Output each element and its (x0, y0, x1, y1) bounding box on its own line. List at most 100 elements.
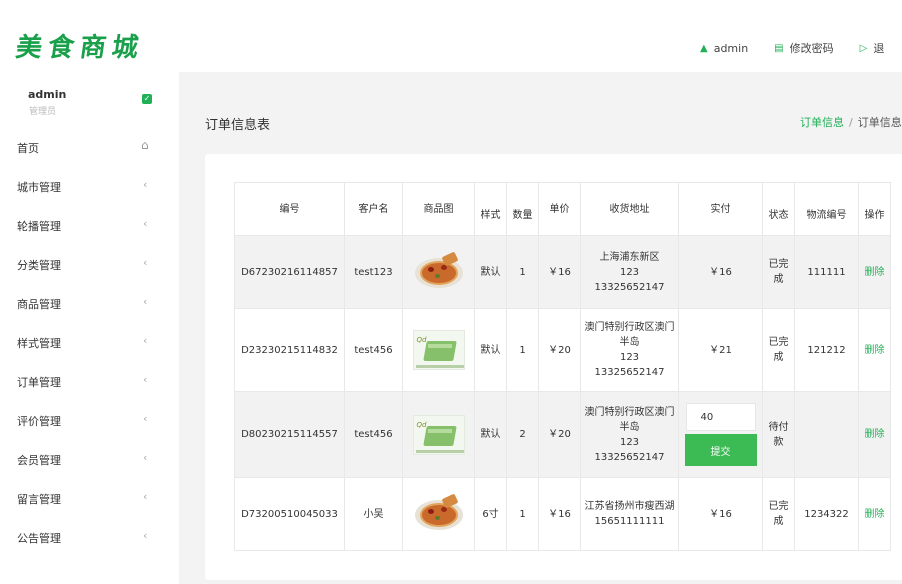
chevron-left-icon: ‹ (143, 334, 148, 347)
logistics-cell: 121212 (794, 308, 859, 392)
logistics-cell: 111111 (794, 235, 859, 309)
sidebar-item-label: 公告管理 (17, 532, 61, 545)
column-header: 商品图 (402, 182, 475, 236)
logistics-cell (794, 391, 859, 478)
customer-name: test456 (344, 308, 403, 392)
quantity-cell: 1 (506, 308, 539, 392)
customer-name: test456 (344, 391, 403, 478)
top-bar: 美食商城 ▲ admin ▤ 修改密码 ▷ 退 (0, 0, 902, 72)
sidebar-item-products[interactable]: 商品管理 ‹ (0, 284, 179, 323)
sidebar-item-orders[interactable]: 订单管理 ‹ (0, 362, 179, 401)
logout-icon: ▷ (859, 42, 868, 54)
sidebar-item-city[interactable]: 城市管理 ‹ (0, 167, 179, 206)
chevron-left-icon: ‹ (143, 295, 148, 308)
logistics-cell: 1234322 (794, 477, 859, 551)
column-header: 物流编号 (794, 182, 859, 236)
breadcrumb-link[interactable]: 订单信息 (800, 116, 844, 129)
column-header: 收货地址 (580, 182, 679, 236)
breadcrumb: 订单信息 / 订单信息表 (800, 114, 902, 130)
sidebar: admin 管理员 ✓ 首页 ⌂ 城市管理 ‹ 轮播管理 ‹ 分类管理 ‹ 商品… (0, 72, 179, 584)
action-cell: 删除 (858, 391, 891, 478)
user-menu[interactable]: ▲ admin (700, 42, 748, 55)
style-cell: 6寸 (474, 477, 507, 551)
action-cell: 删除 (858, 235, 891, 309)
product-image-cell (402, 235, 475, 309)
column-header: 客户名 (344, 182, 403, 236)
page-header: 订单信息表 订单信息 / 订单信息表 (179, 72, 902, 154)
paid-cell: ￥16 (678, 477, 763, 551)
sidebar-item-label: 订单管理 (17, 376, 61, 389)
chevron-left-icon: ‹ (143, 412, 148, 425)
unit-price-cell: ￥16 (538, 477, 581, 551)
table-header-row: 编号 客户名 商品图 样式 数量 单价 收货地址 实付 状态 物流编号 操作 (234, 182, 891, 236)
delete-button[interactable]: 删除 (865, 345, 885, 356)
table-row: D73200510045033 小吴 6寸 1 ￥16 江苏省扬州市瘦西湖 15… (234, 477, 891, 551)
logout-link[interactable]: ▷ 退 (860, 40, 885, 56)
order-id: D73200510045033 (234, 477, 345, 551)
style-cell: 默认 (474, 308, 507, 392)
customer-name: 小吴 (344, 477, 403, 551)
address-cell: 澳门特别行政区澳门半岛 123 13325652147 (580, 391, 679, 478)
sidebar-item-label: 评价管理 (17, 415, 61, 428)
site-logo[interactable]: 美食商城 (13, 28, 147, 68)
column-header: 操作 (858, 182, 891, 236)
chevron-left-icon: ‹ (143, 217, 148, 230)
sidebar-item-styles[interactable]: 样式管理 ‹ (0, 323, 179, 362)
check-icon[interactable]: ✓ (142, 94, 152, 104)
paid-cell: ￥21 (678, 308, 763, 392)
product-image (413, 493, 465, 534)
sidebar-item-label: 轮播管理 (17, 220, 61, 233)
logout-label: 退 (873, 42, 885, 55)
unit-price-cell: ￥20 (538, 308, 581, 392)
table-row: D80230215114557 test456 Qd 默认 2 ￥20 澳门特别… (234, 391, 891, 478)
sidebar-item-label: 分类管理 (17, 259, 61, 272)
product-image-cell (402, 477, 475, 551)
table-row: D67230216114857 test123 默认 1 ￥16 上海浦东新区 … (234, 235, 891, 309)
sidebar-item-home[interactable]: 首页 ⌂ (0, 128, 179, 167)
status-cell: 已完成 (762, 235, 795, 309)
column-header: 样式 (474, 182, 507, 236)
order-id: D67230216114857 (234, 235, 345, 309)
sidebar-item-members[interactable]: 会员管理 ‹ (0, 440, 179, 479)
quantity-cell: 1 (506, 477, 539, 551)
sidebar-item-carousel[interactable]: 轮播管理 ‹ (0, 206, 179, 245)
top-links: ▲ admin ▤ 修改密码 ▷ 退 (700, 40, 902, 56)
product-image: Qd (412, 330, 465, 370)
sidebar-item-notices[interactable]: 公告管理 ‹ (0, 518, 179, 557)
home-icon: ⌂ (141, 138, 149, 152)
product-image-cell: Qd (402, 308, 475, 392)
quantity-cell: 1 (506, 235, 539, 309)
status-cell: 已完成 (762, 477, 795, 551)
paid-amount-input[interactable] (685, 403, 756, 431)
action-cell: 删除 (858, 308, 891, 392)
submit-button[interactable]: 提交 (684, 434, 757, 466)
sidebar-item-reviews[interactable]: 评价管理 ‹ (0, 401, 179, 440)
status-cell: 待付款 (762, 391, 795, 478)
status-cell: 已完成 (762, 308, 795, 392)
unit-price-cell: ￥16 (538, 235, 581, 309)
sidebar-user[interactable]: admin 管理员 ✓ (0, 84, 179, 124)
column-header: 编号 (234, 182, 345, 236)
paid-cell: 提交 (678, 391, 763, 478)
order-id: D23230215114832 (234, 308, 345, 392)
change-password-link[interactable]: ▤ 修改密码 (774, 40, 833, 56)
delete-button[interactable]: 删除 (865, 429, 885, 440)
chevron-left-icon: ‹ (143, 256, 148, 269)
product-image: Qd (412, 414, 465, 455)
table-card: 编号 客户名 商品图 样式 数量 单价 收货地址 实付 状态 物流编号 操作 D… (205, 154, 902, 580)
change-password-label: 修改密码 (789, 42, 834, 55)
sidebar-item-messages[interactable]: 留言管理 ‹ (0, 479, 179, 518)
address-cell: 江苏省扬州市瘦西湖 15651111111 (580, 477, 679, 551)
user-icon: ▲ (700, 42, 708, 54)
sidebar-item-label: 留言管理 (17, 493, 61, 506)
breadcrumb-separator: / (849, 116, 853, 129)
style-cell: 默认 (474, 391, 507, 478)
sidebar-item-category[interactable]: 分类管理 ‹ (0, 245, 179, 284)
edit-icon: ▤ (774, 42, 784, 54)
delete-button[interactable]: 删除 (865, 509, 885, 520)
delete-button[interactable]: 删除 (865, 267, 885, 278)
sidebar-user-role: 管理员 (29, 107, 57, 117)
chevron-left-icon: ‹ (143, 490, 148, 503)
sidebar-user-name: admin (28, 88, 67, 101)
product-image-cell: Qd (402, 391, 475, 478)
